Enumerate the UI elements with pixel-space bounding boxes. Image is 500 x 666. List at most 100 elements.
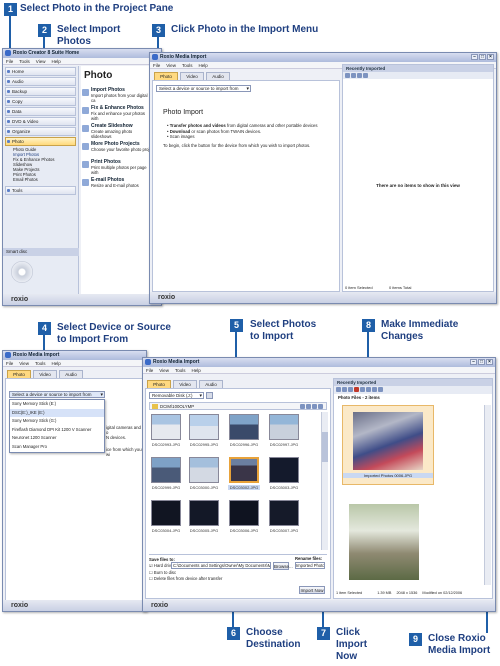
menu-tools[interactable]: Tools: [19, 59, 30, 64]
task-fix-enhance[interactable]: Fix & Enhance Photos Fix and enhance your…: [81, 106, 151, 121]
view-icon[interactable]: [318, 404, 323, 409]
callout-3-text: Click Photo in the Import Menu: [171, 24, 319, 35]
menu-view[interactable]: View: [19, 361, 29, 366]
menu-file[interactable]: File: [153, 63, 160, 68]
device-select[interactable]: Select a device or source to import from: [156, 85, 251, 92]
nav-tools[interactable]: Tools: [5, 186, 76, 195]
thumbnail[interactable]: [189, 500, 219, 526]
task-slideshow[interactable]: Create Slideshow Create amazing photo sli…: [81, 124, 151, 139]
menu-view[interactable]: View: [166, 63, 176, 68]
print-icon[interactable]: [372, 387, 377, 392]
thumbnail[interactable]: [151, 457, 181, 483]
thumbnail[interactable]: [151, 414, 181, 440]
nav-data[interactable]: Data: [5, 107, 76, 116]
menu-tools[interactable]: Tools: [175, 368, 186, 373]
tab-photo[interactable]: Photo: [7, 370, 31, 378]
task-email[interactable]: E-mail Photos Resize and E-mail photos: [81, 178, 151, 188]
tab-audio[interactable]: Audio: [206, 72, 230, 80]
nav-audio[interactable]: Audio: [5, 77, 76, 86]
device-option[interactable]: Neuronet 1200 Scanner: [10, 434, 104, 443]
hard-drive-option[interactable]: ☑ Hard drive: [149, 563, 173, 568]
maximize-button[interactable]: □: [478, 359, 485, 365]
device-option[interactable]: Sony Memory Stick (G:): [10, 417, 104, 426]
device-option[interactable]: Fireflash Diamond DPI Kit 1200 V Scanner: [10, 426, 104, 435]
menu-help[interactable]: Help: [198, 63, 207, 68]
device-dropdown-list: Sony Memory Stick (E:) DSC(E:)_IKE (E:) …: [9, 399, 105, 453]
device-option[interactable]: Sony Memory Stick (E:): [10, 400, 104, 409]
rotate-icon[interactable]: [312, 404, 317, 409]
tab-audio[interactable]: Audio: [199, 380, 223, 388]
menu-help[interactable]: Help: [51, 59, 60, 64]
delete-after-transfer-option[interactable]: ☐ Delete files from device after transfe…: [149, 576, 222, 581]
zoom-icon[interactable]: [363, 73, 368, 78]
callout-8-number: 8: [362, 319, 375, 332]
menu-file[interactable]: File: [6, 361, 13, 366]
forward-icon[interactable]: [351, 73, 356, 78]
tab-video[interactable]: Video: [180, 72, 204, 80]
task-print[interactable]: Print Photos Print multiple photos per pa…: [81, 160, 151, 175]
back-icon[interactable]: [345, 73, 350, 78]
device-select[interactable]: Select a device or source to import from: [9, 391, 105, 398]
thumbnail[interactable]: [269, 414, 299, 440]
fix-icon[interactable]: [348, 387, 353, 392]
thumbnail[interactable]: [151, 500, 181, 526]
nav-home[interactable]: Home: [5, 67, 76, 76]
nav-copy[interactable]: Copy: [5, 97, 76, 106]
nav-dvd-video[interactable]: DVD & Video: [5, 117, 76, 126]
menu-tools[interactable]: Tools: [35, 361, 46, 366]
thumbnail[interactable]: [189, 414, 219, 440]
rotate-right-icon[interactable]: [366, 387, 371, 392]
back-icon[interactable]: [336, 387, 341, 392]
rename-input[interactable]: Imported Photos: [295, 562, 325, 569]
menu-file[interactable]: File: [6, 59, 13, 64]
browse-button[interactable]: Browse...: [273, 562, 293, 570]
selected-imported-photo[interactable]: Imported Photos 0006.JPG: [342, 405, 434, 485]
thumbnail[interactable]: [269, 500, 299, 526]
task-import-photos[interactable]: Import Photos Import photos from your dig…: [81, 88, 151, 103]
nav-photo[interactable]: Photo: [5, 137, 76, 146]
menu-view[interactable]: View: [36, 59, 46, 64]
menu-tools[interactable]: Tools: [182, 63, 193, 68]
thumbnail[interactable]: [229, 500, 259, 526]
menu-help[interactable]: Help: [51, 361, 60, 366]
thumbnail-selected[interactable]: [229, 457, 259, 483]
menu-view[interactable]: View: [159, 368, 169, 373]
nav-backup[interactable]: Backup: [5, 87, 76, 96]
menu-file[interactable]: File: [146, 368, 153, 373]
device-option[interactable]: DSC(E:)_IKE (E:): [10, 408, 104, 417]
thumbnail[interactable]: [229, 414, 259, 440]
tab-audio[interactable]: Audio: [59, 370, 83, 378]
import-now-button[interactable]: Import Now: [299, 586, 325, 594]
rotate-left-icon[interactable]: [360, 387, 365, 392]
close-window-button[interactable]: ×: [486, 359, 493, 365]
photo-sub-email[interactable]: Email Photos: [3, 177, 78, 182]
thumbnail[interactable]: [269, 457, 299, 483]
maximize-button[interactable]: □: [479, 54, 486, 60]
select-all-icon[interactable]: [300, 404, 305, 409]
tab-photo[interactable]: Photo: [147, 380, 171, 388]
nav-organize[interactable]: Organize: [5, 127, 76, 136]
tab-photo[interactable]: Photo: [154, 72, 178, 80]
delete-icon[interactable]: [354, 387, 359, 392]
minimize-button[interactable]: –: [471, 54, 478, 60]
device-select[interactable]: Removable Disk (J:): [149, 392, 204, 399]
burn-to-disc-option[interactable]: ☐ Burn to disc: [149, 570, 176, 575]
recent-scrollbar[interactable]: [484, 405, 491, 585]
thumbnail-scrollbar[interactable]: [321, 412, 328, 550]
close-button[interactable]: ×: [487, 54, 494, 60]
deselect-icon[interactable]: [306, 404, 311, 409]
imported-photo-2[interactable]: [349, 504, 419, 580]
menu-help[interactable]: Help: [191, 368, 200, 373]
photo-files-filter[interactable]: Photo Files - 2 items: [334, 394, 492, 401]
forward-icon[interactable]: [342, 387, 347, 392]
delete-icon[interactable]: [357, 73, 362, 78]
task-more-projects[interactable]: More Photo Projects Choose your favorite …: [81, 142, 151, 152]
minimize-button[interactable]: –: [470, 359, 477, 365]
destination-path-input[interactable]: C:\Documents and Settings\Owner\My Docum…: [171, 562, 271, 569]
device-option[interactable]: Scan Manager Pro: [10, 443, 104, 452]
email-icon[interactable]: [378, 387, 383, 392]
tab-video[interactable]: Video: [33, 370, 57, 378]
refresh-icon[interactable]: [206, 392, 213, 399]
tab-video[interactable]: Video: [173, 380, 197, 388]
thumbnail[interactable]: [189, 457, 219, 483]
